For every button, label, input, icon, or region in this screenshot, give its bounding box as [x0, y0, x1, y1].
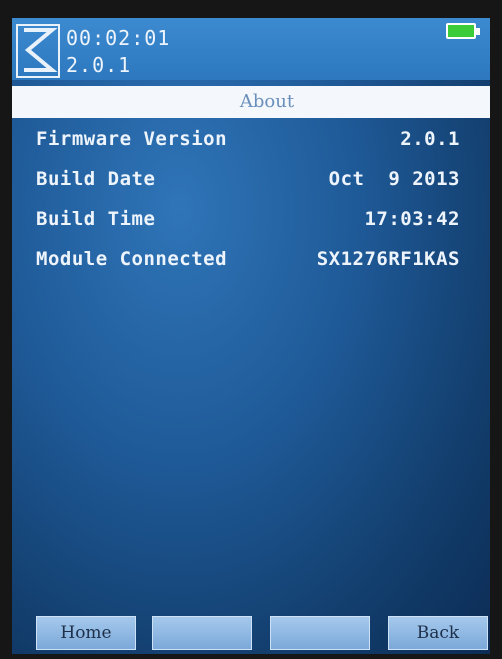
softkey-2-button[interactable] [152, 616, 252, 650]
softkey-3-button[interactable] [270, 616, 370, 650]
elapsed-time: 00:02:01 [66, 26, 171, 50]
back-button[interactable]: Back [388, 616, 488, 650]
brand-logo-icon [16, 24, 60, 78]
softkey-bar: Home Back [12, 616, 490, 654]
info-value: 2.0.1 [400, 128, 460, 150]
info-label: Module Connected [36, 248, 228, 270]
info-value: Oct 9 2013 [328, 168, 460, 190]
info-row-build-date: Build Date Oct 9 2013 [12, 162, 490, 202]
info-value: SX1276RF1KAS [316, 248, 460, 270]
info-label: Build Date [36, 168, 156, 190]
lcd-screen: 00:02:01 2.0.1 About Firmware Version 2.… [12, 18, 490, 654]
page-title-bar: About [12, 86, 490, 118]
firmware-version-top: 2.0.1 [66, 53, 132, 77]
battery-icon [446, 23, 480, 39]
info-label: Build Time [36, 208, 156, 230]
info-row-build-time: Build Time 17:03:42 [12, 202, 490, 242]
info-row-module-connected: Module Connected SX1276RF1KAS [12, 242, 490, 282]
about-info-list: Firmware Version 2.0.1 Build Date Oct 9 … [12, 122, 490, 282]
info-row-firmware-version: Firmware Version 2.0.1 [12, 122, 490, 162]
status-bar: 00:02:01 2.0.1 [12, 18, 490, 80]
page-title: About [239, 91, 295, 112]
home-button[interactable]: Home [36, 616, 136, 650]
device-frame: 00:02:01 2.0.1 About Firmware Version 2.… [0, 0, 502, 659]
s-logo-icon [24, 28, 58, 72]
info-label: Firmware Version [36, 128, 228, 150]
info-value: 17:03:42 [364, 208, 460, 230]
